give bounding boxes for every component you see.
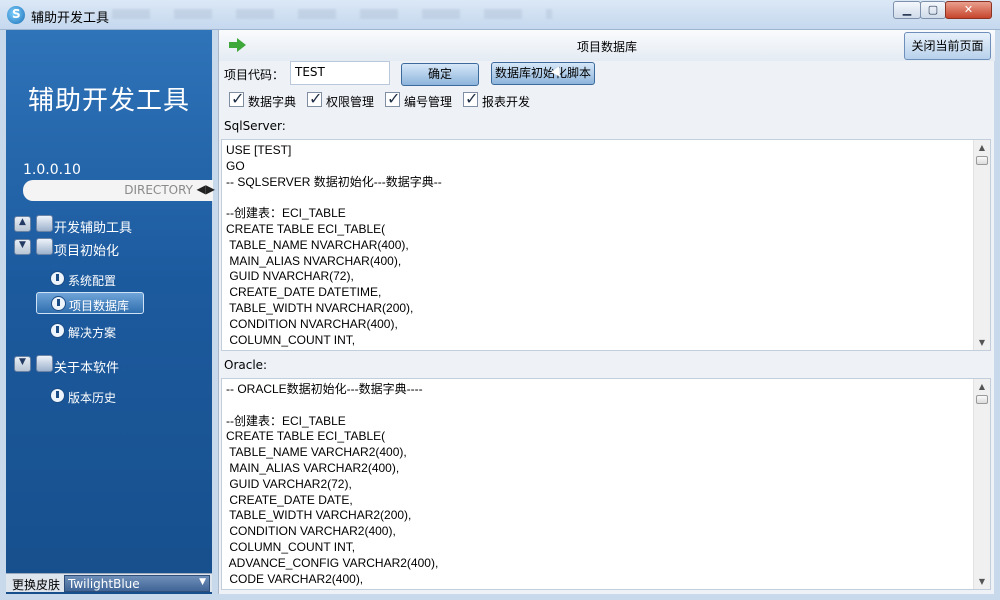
sqlserver-script-text: USE [TEST] GO -- SQLSERVER 数据初始化---数据字典-… xyxy=(226,143,442,347)
directory-bar[interactable]: DIRECTORY ◀▶ xyxy=(23,180,215,201)
nav-group-label: 关于本软件 xyxy=(54,361,120,376)
project-code-label: 项目代码： xyxy=(224,68,285,82)
page-header: 项目数据库 关闭当前页面 xyxy=(219,30,995,61)
vertical-scrollbar[interactable]: ▲ ▼ xyxy=(973,140,990,350)
collapse-toggle-icon[interactable]: ▼ xyxy=(14,356,31,372)
vertical-scrollbar[interactable]: ▲ ▼ xyxy=(973,379,990,589)
project-code-input[interactable]: TEST xyxy=(290,61,390,85)
scroll-down-icon[interactable]: ▼ xyxy=(974,338,990,347)
checkbox-label: 数据字典 xyxy=(248,95,297,109)
skin-bar: 更换皮肤 TwilightBlue ▼ xyxy=(6,573,212,592)
sidebar-item-label: 系统配置 xyxy=(68,274,117,288)
version-label: 1.0.0.10 xyxy=(23,162,81,178)
scroll-up-icon[interactable]: ▲ xyxy=(974,382,990,391)
minimize-icon: ▁ xyxy=(902,3,912,16)
blurred-menu-bar xyxy=(112,9,552,19)
oracle-script-text: -- ORACLE数据初始化---数据字典---- --创建表：ECI_TABL… xyxy=(226,382,439,586)
app-icon xyxy=(7,6,25,24)
sqlserver-label: SqlServer: xyxy=(224,119,286,133)
scroll-thumb[interactable] xyxy=(976,395,988,404)
oracle-script-textarea[interactable]: -- ORACLE数据初始化---数据字典---- --创建表：ECI_TABL… xyxy=(221,378,991,590)
folder-icon xyxy=(36,215,53,232)
checkbox-label: 报表开发 xyxy=(482,95,531,109)
confirm-button[interactable]: 确定 xyxy=(401,63,479,86)
checkbox-checked-icon[interactable] xyxy=(307,89,322,108)
power-icon xyxy=(50,271,65,286)
minimize-button[interactable]: ▁ xyxy=(893,1,921,19)
page-title: 项目数据库 xyxy=(576,40,637,54)
folder-icon xyxy=(36,355,53,372)
title-bar: 辅助开发工具 ▁ ▢ ✕ xyxy=(0,0,1000,30)
directory-label: DIRECTORY xyxy=(124,183,193,197)
chevron-down-icon: ▼ xyxy=(199,577,206,587)
maximize-icon: ▢ xyxy=(927,3,939,16)
close-icon: ✕ xyxy=(963,3,974,16)
sidebar-app-name: 辅助开发工具 xyxy=(27,86,190,116)
maximize-button[interactable]: ▢ xyxy=(920,1,946,19)
power-icon xyxy=(50,323,65,338)
main-panel: 项目数据库 关闭当前页面 项目代码： TEST 确定 数据库初始化脚本 数据字典… xyxy=(218,30,995,594)
power-icon xyxy=(50,388,65,403)
sidebar-item-project-database[interactable]: 项目数据库 xyxy=(36,292,144,314)
power-icon xyxy=(51,296,66,311)
nav-group-label: 项目初始化 xyxy=(54,244,120,259)
sidebar-item-solution[interactable]: 解决方案 xyxy=(36,320,144,342)
oracle-label: Oracle: xyxy=(224,358,268,372)
collapse-arrows-icon[interactable]: ◀▶ xyxy=(197,182,215,196)
skin-select[interactable]: TwilightBlue ▼ xyxy=(64,575,210,592)
folder-icon xyxy=(36,238,53,255)
sidebar-item-label: 项目数据库 xyxy=(69,299,130,313)
close-window-button[interactable]: ✕ xyxy=(945,1,992,19)
sqlserver-script-textarea[interactable]: USE [TEST] GO -- SQLSERVER 数据初始化---数据字典-… xyxy=(221,139,991,351)
skin-label: 更换皮肤 xyxy=(12,578,61,592)
checkbox-label: 权限管理 xyxy=(326,95,375,109)
scroll-thumb[interactable] xyxy=(976,156,988,165)
close-page-button[interactable]: 关闭当前页面 xyxy=(904,32,991,60)
checkbox-checked-icon[interactable] xyxy=(229,89,244,108)
nav-group-label: 开发辅助工具 xyxy=(54,221,133,236)
scroll-up-icon[interactable]: ▲ xyxy=(974,143,990,152)
checkbox-label: 编号管理 xyxy=(404,95,453,109)
sidebar-item-system-config[interactable]: 系统配置 xyxy=(36,268,144,290)
skin-value: TwilightBlue xyxy=(68,577,140,591)
sidebar: 辅助开发工具 1.0.0.10 DIRECTORY ◀▶ ▲ 开发辅助工具 ▼ … xyxy=(6,30,215,594)
window-title: 辅助开发工具 xyxy=(31,11,110,26)
sidebar-item-label: 解决方案 xyxy=(68,326,117,340)
scroll-down-icon[interactable]: ▼ xyxy=(974,577,990,586)
expand-toggle-icon[interactable]: ▲ xyxy=(14,216,31,232)
checkbox-checked-icon[interactable] xyxy=(385,89,400,108)
checkbox-checked-icon[interactable] xyxy=(463,89,478,108)
sidebar-item-version-history[interactable]: 版本历史 xyxy=(36,385,144,407)
collapse-toggle-icon[interactable]: ▼ xyxy=(14,239,31,255)
db-init-script-button[interactable]: 数据库初始化脚本 xyxy=(491,62,595,85)
sidebar-item-label: 版本历史 xyxy=(68,391,117,405)
